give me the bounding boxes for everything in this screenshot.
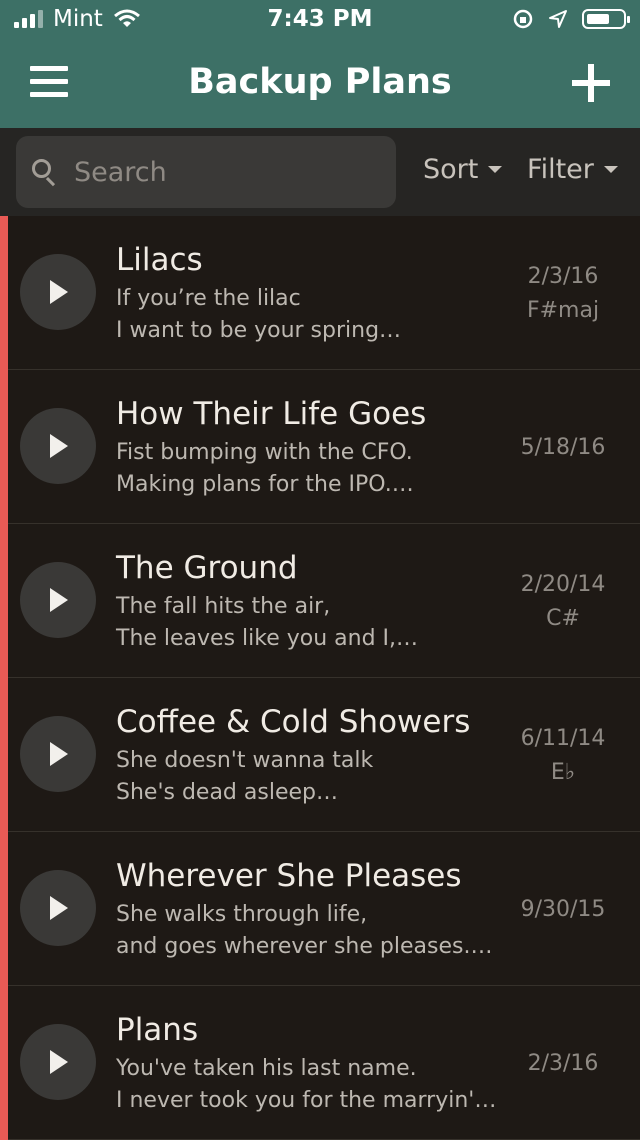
song-title: The Ground: [116, 550, 298, 586]
song-date: 5/18/16: [520, 435, 606, 460]
song-title: Wherever She Pleases: [116, 858, 462, 894]
song-key: C#: [546, 606, 580, 631]
song-row[interactable]: The Ground The fall hits the air, The le…: [0, 524, 640, 678]
song-date: 9/30/15: [520, 897, 606, 922]
song-row[interactable]: Lilacs If you’re the lilac I want to be …: [0, 216, 640, 370]
accent-bar: [0, 524, 8, 678]
play-button[interactable]: [20, 1024, 96, 1100]
song-lyric-line: I never took you for the marryin'…: [116, 1088, 497, 1113]
status-bar: Mint 7:43 PM: [0, 0, 640, 40]
song-row[interactable]: How Their Life Goes Fist bumping with th…: [0, 370, 640, 524]
song-title: Plans: [116, 1012, 199, 1048]
song-list: Lilacs If you’re the lilac I want to be …: [0, 216, 640, 1140]
rotation-lock-icon: [513, 9, 533, 29]
play-button[interactable]: [20, 408, 96, 484]
status-right: [512, 8, 630, 30]
nav-bar: Backup Plans: [0, 40, 640, 128]
play-icon: [50, 1050, 68, 1074]
battery-icon: [582, 9, 630, 29]
song-lyric-line: The leaves like you and I,…: [116, 626, 419, 651]
song-date: 2/3/16: [527, 1051, 599, 1076]
play-button[interactable]: [20, 562, 96, 638]
filter-label: Filter: [527, 154, 594, 185]
play-icon: [50, 588, 68, 612]
song-title: Coffee & Cold Showers: [116, 704, 471, 740]
accent-bar: [0, 986, 8, 1140]
song-lyric-line: She doesn't wanna talk: [116, 748, 374, 773]
play-icon: [50, 280, 68, 304]
search-input[interactable]: [72, 155, 376, 189]
toolbar: Sort Filter: [0, 128, 640, 217]
song-lyric-line: The fall hits the air,: [116, 594, 331, 619]
song-lyric-line: She walks through life,: [116, 902, 368, 927]
song-date: 6/11/14: [520, 726, 606, 751]
accent-bar: [0, 832, 8, 986]
sort-label: Sort: [423, 154, 479, 185]
song-lyric-line: You've taken his last name.: [116, 1056, 417, 1081]
song-row[interactable]: Plans You've taken his last name. I neve…: [0, 986, 640, 1140]
song-lyric-line: She's dead asleep…: [116, 780, 338, 805]
sort-button[interactable]: Sort: [423, 154, 503, 185]
song-lyric-line: I want to be your spring…: [116, 318, 402, 343]
play-icon: [50, 742, 68, 766]
song-key: F#maj: [526, 298, 600, 323]
filter-button[interactable]: Filter: [527, 154, 618, 185]
play-button[interactable]: [20, 716, 96, 792]
song-title: Lilacs: [116, 242, 203, 278]
play-button[interactable]: [20, 254, 96, 330]
song-lyric-line: Fist bumping with the CFO.: [116, 440, 413, 465]
search-icon: [30, 157, 60, 187]
play-button[interactable]: [20, 870, 96, 946]
song-lyric-line: If you’re the lilac: [116, 286, 301, 311]
accent-bar: [0, 370, 8, 524]
location-arrow-icon: [549, 10, 567, 28]
play-icon: [50, 896, 68, 920]
song-row[interactable]: Coffee & Cold Showers She doesn't wanna …: [0, 678, 640, 832]
song-date: 2/3/16: [527, 264, 599, 289]
song-lyric-line: and goes wherever she pleases.…: [116, 934, 493, 959]
accent-bar: [0, 216, 8, 370]
song-row[interactable]: Wherever She Pleases She walks through l…: [0, 832, 640, 986]
accent-bar: [0, 678, 8, 832]
play-icon: [50, 434, 68, 458]
song-lyric-line: Making plans for the IPO.…: [116, 472, 414, 497]
chevron-down-icon: [488, 166, 503, 173]
song-title: How Their Life Goes: [116, 396, 427, 432]
page-title: Backup Plans: [188, 62, 452, 102]
song-date: 2/20/14: [520, 572, 606, 597]
chevron-down-icon: [603, 166, 618, 173]
add-song-button[interactable]: [572, 64, 610, 102]
search-box[interactable]: [16, 136, 396, 208]
song-key: E♭: [550, 760, 576, 785]
